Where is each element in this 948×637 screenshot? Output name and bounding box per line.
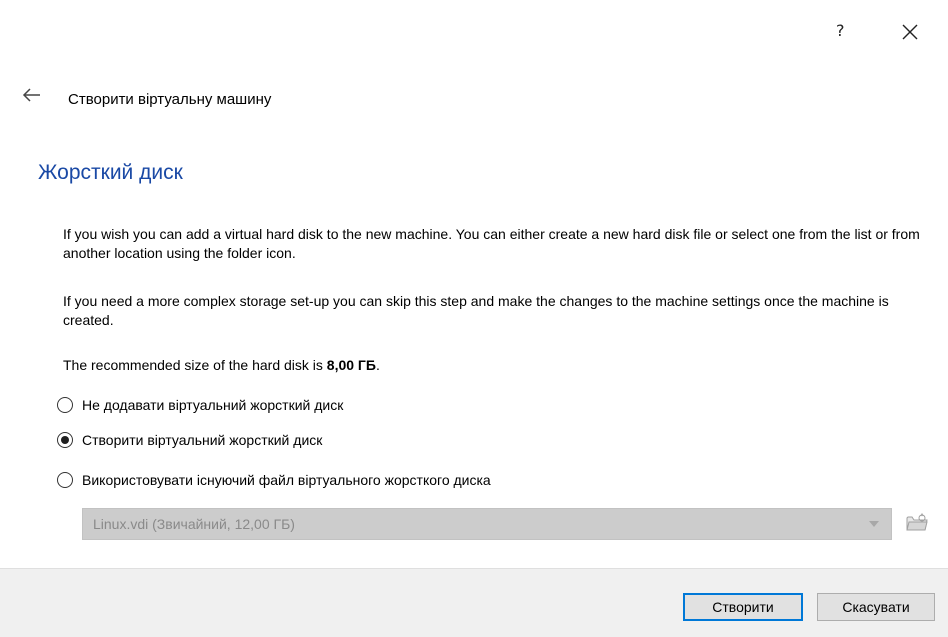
arrow-left-icon: [22, 88, 40, 102]
chevron-down-icon: [869, 521, 879, 527]
wizard-title: Створити віртуальну машину: [68, 91, 272, 108]
recommended-size-text: The recommended size of the hard disk is…: [63, 356, 933, 375]
help-button[interactable]: ?: [836, 21, 845, 40]
existing-disk-value: Linux.vdi (Звичайний, 12,00 ГБ): [93, 516, 295, 532]
storage-note-paragraph: If you need a more complex storage set-u…: [63, 293, 889, 328]
radio-label: Створити віртуальний жорсткий диск: [82, 432, 323, 448]
radio-button[interactable]: [57, 472, 73, 488]
button-bar: Створити Скасувати: [0, 568, 948, 637]
back-button[interactable]: [22, 88, 42, 102]
description-paragraph: If you wish you can add a virtual hard d…: [63, 226, 920, 261]
close-icon: [902, 24, 918, 40]
radio-existing-disk[interactable]: Використовувати існуючий файл віртуально…: [57, 472, 491, 488]
recommended-size-suffix: .: [375, 357, 380, 373]
existing-disk-select: Linux.vdi (Звичайний, 12,00 ГБ): [82, 508, 892, 540]
radio-button-checked[interactable]: [57, 432, 73, 448]
radio-label: Використовувати існуючий файл віртуально…: [82, 472, 491, 488]
create-button[interactable]: Створити: [683, 593, 803, 621]
radio-button[interactable]: [57, 397, 73, 413]
recommended-size-value: 8,00 ГБ: [326, 357, 376, 373]
choose-disk-file-button: [905, 512, 929, 534]
radio-create-disk[interactable]: Створити віртуальний жорсткий диск: [57, 432, 322, 448]
close-button[interactable]: [900, 22, 920, 42]
folder-icon: [906, 512, 928, 531]
radio-label: Не додавати віртуальний жорсткий диск: [82, 397, 344, 413]
page-title: Жорсткий диск: [38, 161, 183, 184]
cancel-button[interactable]: Скасувати: [817, 593, 935, 621]
radio-no-disk[interactable]: Не додавати віртуальний жорсткий диск: [57, 397, 343, 413]
create-vm-dialog: ? Створити віртуальну машину Жорсткий ди…: [0, 0, 948, 637]
recommended-size-prefix: The recommended size of the hard disk is: [63, 357, 327, 373]
